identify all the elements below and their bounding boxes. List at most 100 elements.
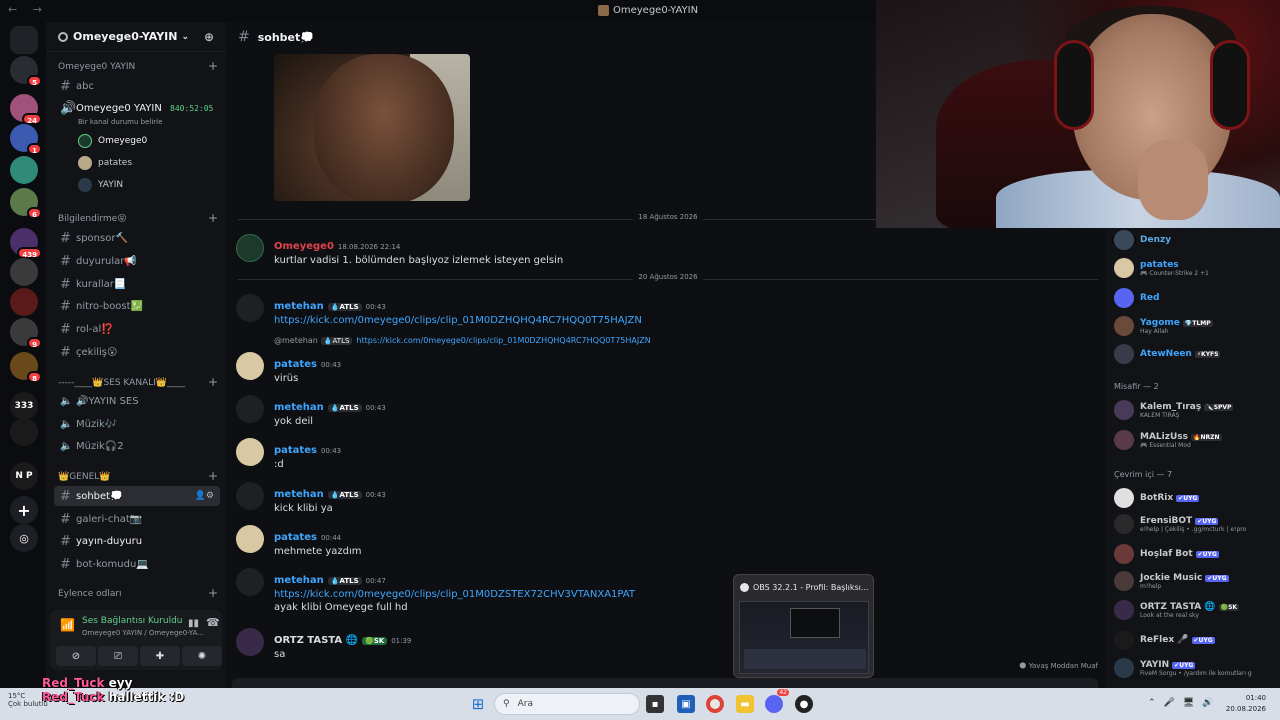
soundboard-button[interactable]: ✺ [182, 646, 222, 666]
channel-duyurular[interactable]: # duyurular📢 [54, 251, 220, 271]
avatar[interactable] [236, 628, 264, 656]
server-avatar-icon[interactable]: 24 [10, 94, 42, 125]
channel-yayin-duyuru[interactable]: # yayın-duyuru [54, 531, 220, 551]
signal-icon[interactable]: 📶 [60, 618, 75, 632]
system-tray[interactable]: ⌃🎤🖥🔊 [1148, 698, 1221, 708]
channel-galeri-chat[interactable]: # galeri-chat📷 [54, 509, 220, 529]
category-bilgilendirme[interactable]: Bilgilendirme😝 + [58, 212, 218, 224]
server-avatar-icon[interactable]: 9 [10, 318, 42, 349]
member-row[interactable]: ORTZ TASTA 🌐 🟢SK Look at the real sky [1114, 600, 1278, 620]
nav-arrows[interactable]: ← → [8, 3, 48, 16]
add-channel-icon[interactable]: + [208, 376, 218, 388]
member-row[interactable]: BotRix ✔UYG [1114, 488, 1278, 508]
noise-icon[interactable]: ▮▮ [188, 618, 199, 629]
member-row[interactable]: patates 🎮 Counter-Strike 2 +1 [1114, 258, 1278, 278]
member-row[interactable]: Hoşlaf Bot ✔UYG [1114, 544, 1278, 564]
server-avatar-icon[interactable] [10, 156, 38, 184]
discord-icon[interactable]: 42 [765, 689, 789, 713]
add-channel-icon[interactable]: + [208, 587, 218, 599]
author-name[interactable]: metehan [274, 575, 324, 586]
author-name[interactable]: metehan [274, 402, 324, 413]
avatar[interactable] [236, 352, 264, 380]
avatar[interactable] [236, 482, 264, 510]
server-avatar-icon[interactable]: 8 [10, 352, 42, 383]
chrome-icon[interactable] [706, 695, 724, 713]
start-icon[interactable]: ⊞ [469, 695, 487, 713]
image-attachment[interactable] [274, 54, 470, 201]
member-row[interactable]: MALizUss 🔥NRZN 🎮 Essential Mod [1114, 430, 1278, 450]
screen-share-button[interactable]: ⎚ [98, 646, 138, 666]
channel-status[interactable]: Bir kanal durumu belirle [78, 118, 162, 126]
channel-abc[interactable]: # abc [54, 76, 220, 96]
voice-status[interactable]: Ses Bağlantısı Kuruldu [82, 616, 182, 626]
reply-preview[interactable]: @metehan 💧ATLS https://kick.com/0meyege0/c… [274, 336, 651, 345]
voice-user[interactable]: Omeyege0 [78, 134, 147, 148]
avatar[interactable] [236, 525, 264, 553]
avatar[interactable] [236, 568, 264, 596]
author-name[interactable]: ORTZ TASTA 🌐 [274, 635, 358, 646]
author-name[interactable]: patates [274, 532, 317, 543]
add-channel-icon[interactable]: + [208, 60, 218, 72]
invite-settings-icon[interactable]: 👤⚙ [195, 491, 214, 501]
server-avatar-icon[interactable] [10, 288, 38, 316]
add-member-icon[interactable]: ⊕ [204, 30, 214, 44]
taskbar-search[interactable]: ⚲ Ara [494, 693, 640, 715]
server-avatar-icon[interactable] [10, 258, 38, 286]
add-server-icon[interactable]: + [10, 496, 38, 524]
voice-channel-yayin-ses[interactable]: 🔈 🔊YAYIN SES [54, 391, 220, 411]
member-row[interactable]: AtewNeen ⚡KYFS [1114, 344, 1278, 364]
channel-kurallar[interactable]: # kurallar📃 [54, 274, 220, 294]
member-row[interactable]: Jockie Music ✔UYG m!help [1114, 571, 1278, 591]
server-avatar-icon[interactable]: 6 [10, 188, 42, 219]
member-row[interactable]: Red [1114, 288, 1278, 308]
member-row[interactable]: ErensiBOT ✔UYG e!help | Çekiliş • .gg/mctu… [1114, 514, 1278, 534]
author-name[interactable]: patates [274, 445, 317, 456]
activities-button[interactable]: ✚ [140, 646, 180, 666]
voice-channel-muzik2[interactable]: 🔈 Müzik🎧2 [54, 436, 220, 456]
author-name[interactable]: metehan [274, 489, 324, 500]
channel-nitro-boost[interactable]: # nitro-boost💹 [54, 296, 220, 316]
channel-sohbet[interactable]: # sohbet💭 👤⚙ [54, 486, 220, 506]
message-link[interactable]: https://kick.com/0meyege0/clips/clip_01M… [274, 315, 642, 326]
message-link[interactable]: https://kick.com/0meyege0/clips/clip_01M… [274, 589, 635, 600]
member-row[interactable]: Yagome 💎TLMP Hay Allah [1114, 316, 1278, 336]
server-np-icon[interactable]: N P [10, 462, 38, 490]
channel-cekilis[interactable]: # çekiliş😮 [54, 342, 220, 362]
member-row[interactable]: Kalem_Tıraş 🔪SPVP KALEM TIRAŞ [1114, 400, 1278, 420]
discover-icon[interactable]: ◎ [10, 524, 38, 552]
server-avatar-icon[interactable]: 333 [10, 392, 38, 420]
avatar[interactable] [236, 234, 264, 262]
voice-user[interactable]: YAYIN [78, 178, 123, 192]
member-row[interactable]: ReFlex 🎤 ✔UYG [1114, 630, 1278, 650]
disconnect-icon[interactable]: ☎ [206, 616, 220, 629]
discord-icon[interactable] [10, 26, 38, 54]
clock[interactable]: 01:40 20.08.2026 [1226, 693, 1266, 715]
channel-rol-al[interactable]: # rol-al⁉️ [54, 319, 220, 339]
author-name[interactable]: patates [274, 359, 317, 370]
category-ses[interactable]: -----____👑SES KANALI👑____ + [58, 376, 218, 388]
avatar[interactable] [236, 438, 264, 466]
avatar[interactable] [236, 395, 264, 423]
channel-bot-komudu[interactable]: # bot-komudu💻 [54, 554, 220, 574]
category-genel[interactable]: 👑GENEL👑 + [58, 470, 218, 482]
obs-icon[interactable]: ● [795, 695, 813, 713]
channel-sponsor[interactable]: # sponsor🔨 [54, 228, 220, 248]
task-view-icon[interactable]: ▪ [646, 695, 664, 713]
voice-user[interactable]: patates [78, 156, 132, 170]
member-row[interactable]: YAYIN ✔UYG FiveM Sorgu • /yardım ile komut… [1114, 658, 1278, 678]
category-eylence[interactable]: Eylence odları + [58, 587, 218, 599]
add-channel-icon[interactable]: + [208, 212, 218, 224]
member-row[interactable]: Denzy [1114, 230, 1278, 250]
obs-taskbar-preview[interactable]: OBS 32.2.1 - Profil: Başlıksı... [733, 574, 874, 678]
author-name[interactable]: metehan [274, 301, 324, 312]
avatar[interactable] [236, 294, 264, 322]
voice-channel-muzik[interactable]: 🔈 Müzik🎶 [54, 414, 220, 434]
store-icon[interactable]: ▣ [677, 695, 695, 713]
message-composer[interactable] [232, 678, 1098, 688]
author-name[interactable]: Omeyege0 [274, 241, 334, 252]
guild-header[interactable]: Omeyege0-YAYIN ⌄ ⊕ [46, 22, 226, 52]
server-e-icon[interactable]: 5 [10, 56, 42, 87]
video-off-button[interactable]: ⊘ [56, 646, 96, 666]
server-avatar-icon[interactable]: 439 [10, 228, 42, 259]
add-channel-icon[interactable]: + [208, 470, 218, 482]
